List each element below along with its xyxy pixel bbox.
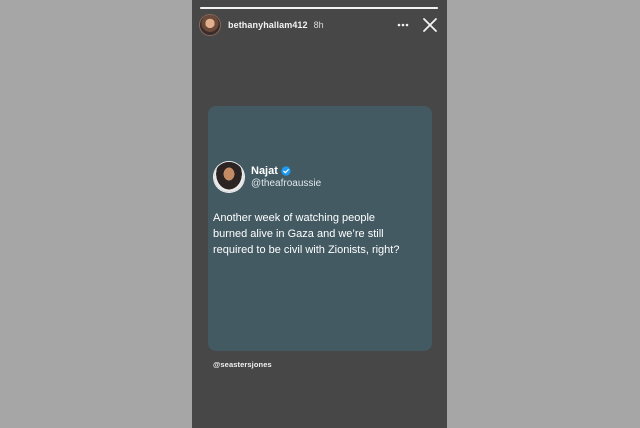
story-username[interactable]: bethanyhallam412 <box>228 20 308 30</box>
more-horizontal-icon[interactable] <box>396 18 410 32</box>
tweet-card[interactable]: Najat @theafroaussie Another week of wat… <box>208 106 432 351</box>
avatar[interactable] <box>200 15 220 35</box>
story-header: bethanyhallam412 8h <box>200 14 440 36</box>
tweet-display-name[interactable]: Najat <box>251 165 278 177</box>
tweet-author-avatar[interactable] <box>214 162 244 192</box>
tweet-text-line: Another week of watching people <box>213 212 376 224</box>
close-icon[interactable] <box>422 17 438 33</box>
story-progress-fill <box>200 7 438 9</box>
tweet-author-names: Najat @theafroaussie <box>251 165 321 189</box>
story-progress-track <box>200 7 438 9</box>
verified-badge-icon <box>281 166 291 176</box>
tweet-author: Najat @theafroaussie <box>214 162 321 192</box>
story-mention-sticker[interactable]: @seastersjones <box>213 360 272 369</box>
story-timestamp: 8h <box>313 20 324 30</box>
tweet-text-line: burned alive in Gaza and we’re still <box>213 228 384 240</box>
tweet-handle[interactable]: @theafroaussie <box>251 178 321 189</box>
tweet-text: Another week of watching people burned a… <box>213 210 427 258</box>
page: bethanyhallam412 8h Najat @theafroaussie… <box>0 0 640 428</box>
tweet-name-row: Najat <box>251 165 321 177</box>
tweet-text-line: required to be civil with Zionists, righ… <box>213 244 400 256</box>
